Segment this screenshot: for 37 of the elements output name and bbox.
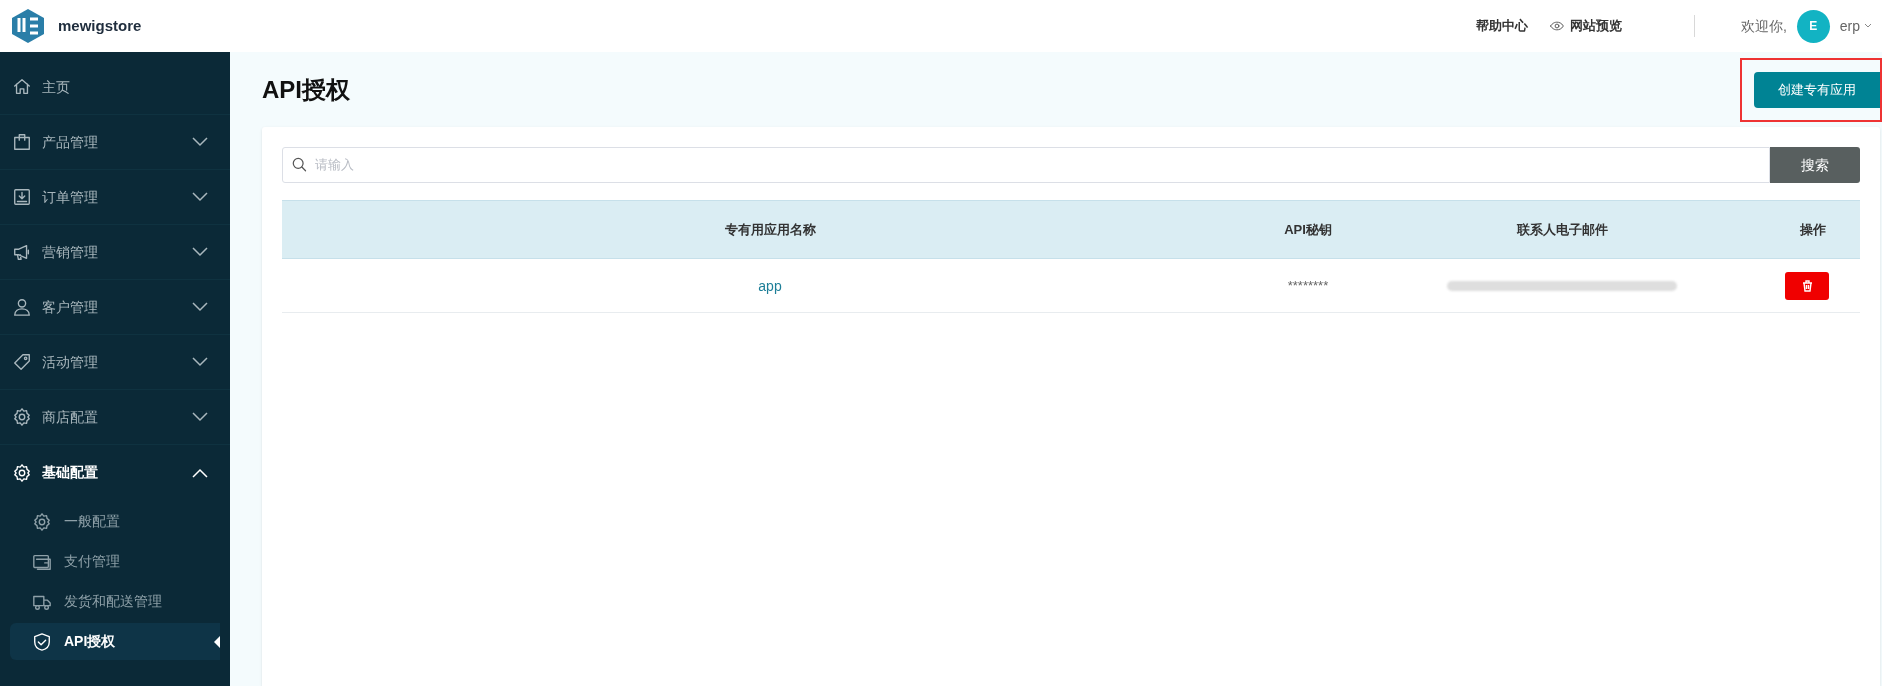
gear-icon	[12, 407, 32, 427]
tag-icon	[12, 352, 32, 372]
gear-icon	[12, 462, 32, 483]
gear-icon	[32, 511, 52, 532]
column-header: 专有用应用名称	[723, 220, 817, 239]
delete-button[interactable]	[1785, 271, 1829, 300]
logo-icon	[10, 8, 46, 44]
greeting-text: 欢迎你,	[1740, 16, 1787, 36]
pointer-icon	[214, 635, 220, 648]
sidebar-subitem[interactable]: 支付管理	[10, 543, 220, 580]
trash-icon	[1801, 279, 1813, 292]
tray-icon	[12, 187, 32, 207]
search-field[interactable]: 请输入	[282, 147, 1770, 183]
sidebar-subitem[interactable]: 一般配置	[10, 503, 220, 540]
megaphone-icon	[12, 242, 32, 262]
column-header: 操作	[1799, 220, 1827, 239]
table-cell-text: ********	[1286, 276, 1330, 295]
column-header: API秘钥	[1283, 220, 1333, 239]
help-link[interactable]: 帮助中心	[1475, 16, 1528, 36]
bag-icon	[12, 132, 32, 152]
home-icon	[12, 77, 32, 97]
search-icon	[290, 156, 308, 174]
column-header: 联系人电子邮件	[1515, 220, 1609, 239]
user-icon	[12, 297, 32, 317]
app-name-link[interactable]: app	[758, 277, 782, 294]
caret-icon	[1864, 23, 1872, 29]
brand-name: mewigstore	[58, 15, 142, 36]
preview-link[interactable]: 网站预览	[1549, 16, 1622, 36]
search-button[interactable]: 搜索	[1770, 147, 1860, 183]
page-title: API授权	[262, 74, 350, 105]
sidebar-item[interactable]: 基础配置	[0, 445, 230, 500]
eye-icon	[1549, 19, 1564, 33]
user-menu[interactable]: erp	[1839, 15, 1872, 37]
sidebar-subitem[interactable]: 发货和配送管理	[10, 583, 220, 620]
create-app-button[interactable]: 创建专有应用	[1754, 71, 1880, 108]
shield-icon	[32, 631, 52, 652]
sidebar-subitem[interactable]: API授权	[10, 623, 220, 660]
